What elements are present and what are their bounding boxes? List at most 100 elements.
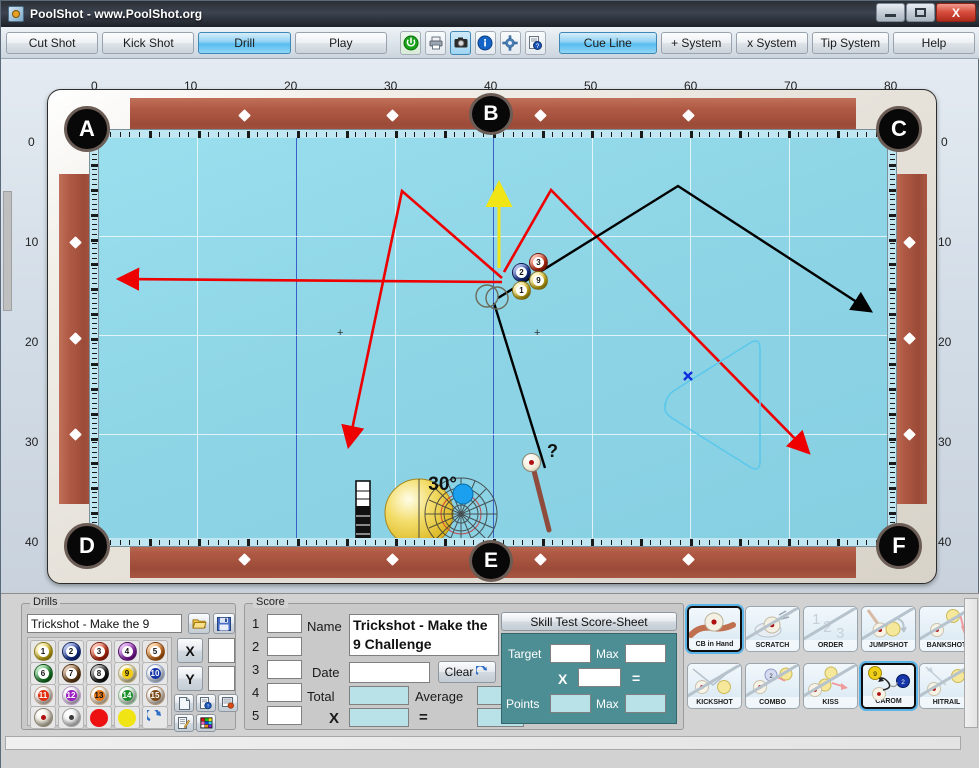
maximize-button[interactable]	[906, 3, 935, 22]
x-system-button[interactable]: x System	[736, 31, 808, 54]
help-doc-icon[interactable]: ?	[524, 30, 546, 55]
right-ruler-20: 20	[938, 335, 952, 349]
pool-table[interactable]: + + 30° 3 2 9 1 ? A B C D E F	[47, 89, 937, 584]
pocket-b[interactable]: B	[469, 93, 513, 135]
kick-shot-button[interactable]: Kick Shot	[102, 31, 195, 54]
score-row-2-input[interactable]	[267, 637, 302, 656]
question-mark-label: ?	[547, 441, 558, 461]
cue-ball[interactable]	[522, 453, 541, 472]
x-value-input[interactable]	[208, 638, 235, 663]
target-input[interactable]	[550, 644, 591, 663]
skill-multiply-label: X	[558, 671, 568, 687]
carom-button[interactable]: 9 2 CAROM	[861, 663, 916, 709]
ball-1[interactable]: 1	[512, 281, 531, 300]
right-ruler-10: 10	[938, 235, 952, 249]
left-ruler-20: 20	[25, 335, 39, 349]
open-folder-icon[interactable]	[188, 613, 210, 634]
multiply-value[interactable]	[349, 708, 409, 727]
panel-scrollbar[interactable]	[964, 598, 978, 728]
ball-button-6[interactable]: 6	[30, 662, 56, 685]
skill-multiply-input[interactable]	[578, 668, 621, 687]
pocket-d[interactable]: D	[64, 523, 110, 569]
yellow-marker-button[interactable]	[114, 706, 140, 729]
kickshot-button[interactable]: KICKSHOT	[687, 663, 742, 709]
table-felt[interactable]: + + 30° 3 2 9 1 ?	[99, 138, 887, 538]
close-button[interactable]: X	[936, 3, 976, 22]
ball-button-11[interactable]: 11	[30, 684, 56, 707]
red-marker-button[interactable]	[86, 706, 112, 729]
info-icon[interactable]	[475, 30, 496, 55]
score-row-3-input[interactable]	[267, 660, 302, 679]
points-max-label: Max	[596, 697, 619, 711]
jumpshot-button[interactable]: JUMPSHOT	[861, 606, 916, 652]
ball-button-8[interactable]: 8	[86, 662, 112, 685]
score-row-4-input[interactable]	[267, 683, 302, 702]
cb-in-hand-button[interactable]: CB in Hand	[687, 606, 742, 652]
pocket-c[interactable]: C	[876, 106, 922, 152]
clear-button[interactable]: Clear	[438, 661, 496, 683]
help-doc-icon-2[interactable]: ?	[196, 694, 216, 712]
ball-button-9[interactable]: 9	[114, 662, 140, 685]
target-max-input[interactable]	[625, 644, 666, 663]
y-axis-button[interactable]: Y	[177, 666, 203, 691]
drill-name-input[interactable]: Trickshot - Make the 9 Challenge	[27, 614, 182, 633]
ball-button-7[interactable]: 7	[58, 662, 84, 685]
pocket-a[interactable]: A	[64, 106, 110, 152]
ball-button-5[interactable]: 5	[142, 640, 168, 663]
save-disk-icon[interactable]	[213, 613, 235, 634]
power-icon[interactable]	[400, 30, 422, 55]
date-input[interactable]	[349, 662, 430, 683]
tick-strip-right	[887, 138, 897, 540]
x-axis-button[interactable]: X	[177, 638, 203, 663]
table-report-icon[interactable]	[218, 694, 238, 712]
y-value-input[interactable]	[208, 666, 235, 691]
ball-button-10[interactable]: 10	[142, 662, 168, 685]
notes-edit-icon[interactable]	[174, 714, 194, 732]
new-page-icon[interactable]	[174, 694, 194, 712]
window-title: PoolShot - www.PoolShot.org	[30, 7, 203, 21]
ball-button-14[interactable]: 14	[114, 684, 140, 707]
drill-name-value[interactable]: Trickshot - Make the 9 Challenge	[349, 614, 499, 656]
ball-button-15[interactable]: 15	[142, 684, 168, 707]
tip-system-button[interactable]: Tip System	[811, 31, 890, 54]
ball-button-3[interactable]: 3	[86, 640, 112, 663]
plus-system-button[interactable]: + System	[660, 31, 733, 54]
table-scrollbar[interactable]	[3, 191, 12, 311]
aim-angle-label: 30°	[428, 476, 457, 495]
color-palette-icon[interactable]	[196, 714, 216, 732]
skill-test-title-button[interactable]: Skill Test Score-Sheet	[501, 612, 677, 631]
kiss-button[interactable]: KISS	[803, 663, 858, 709]
printer-icon[interactable]	[425, 30, 447, 55]
ghost-ball-button[interactable]	[58, 706, 84, 729]
right-ruler-40: 40	[938, 535, 952, 549]
ball-3[interactable]: 3	[529, 253, 548, 272]
ball-button-4[interactable]: 4	[114, 640, 140, 663]
score-row-2-label: 2	[252, 639, 260, 654]
ball-button-13[interactable]: 13	[86, 684, 112, 707]
ball-button-12[interactable]: 12	[58, 684, 84, 707]
settings-icon[interactable]	[499, 30, 521, 55]
rack-triangle-outline	[664, 340, 761, 470]
panel-hscrollbar[interactable]	[5, 736, 961, 750]
points-max-value	[625, 694, 666, 713]
pocket-f[interactable]: F	[876, 523, 922, 569]
score-row-5-input[interactable]	[267, 706, 302, 725]
combo-button[interactable]: 2 COMBO	[745, 663, 800, 709]
cut-shot-button[interactable]: Cut Shot	[6, 31, 99, 54]
cue-ball-spot-button[interactable]	[30, 706, 56, 729]
play-button[interactable]: Play	[294, 31, 387, 54]
help-button[interactable]: Help	[893, 31, 975, 54]
scratch-button[interactable]: SCRATCH	[745, 606, 800, 652]
cue-line-button[interactable]: Cue Line	[559, 31, 657, 54]
pocket-e[interactable]: E	[469, 540, 513, 582]
order-button[interactable]: 1 2 3 ORDER	[803, 606, 858, 652]
minimize-button[interactable]	[876, 3, 905, 22]
camera-icon[interactable]	[450, 30, 471, 55]
ball-9[interactable]: 9	[529, 271, 548, 290]
score-row-1-input[interactable]	[267, 614, 302, 633]
aiming-trainer-overlay[interactable]: 30°	[353, 474, 553, 538]
undo-button[interactable]	[142, 706, 168, 729]
drill-button[interactable]: Drill	[198, 31, 291, 54]
ball-button-2[interactable]: 2	[58, 640, 84, 663]
ball-button-1[interactable]: 1	[30, 640, 56, 663]
